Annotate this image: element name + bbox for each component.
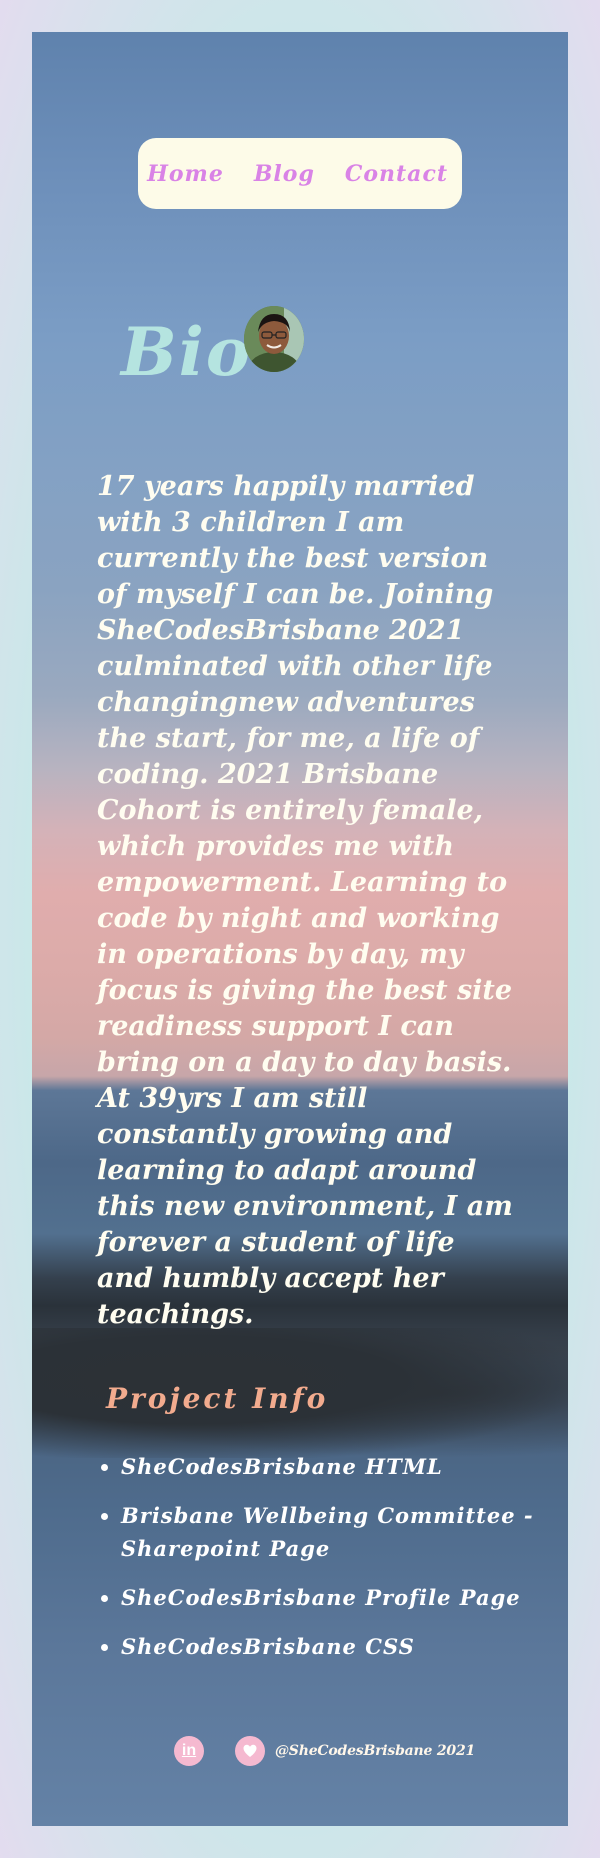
- project-info-title: Project Info: [106, 1382, 329, 1415]
- footer: in @SheCodesBrisbane 2021: [174, 1736, 475, 1766]
- bio-title: Bio: [121, 313, 252, 391]
- bio-text: 17 years happily married with 3 children…: [97, 471, 513, 1330]
- footer-handle: @SheCodesBrisbane 2021: [275, 1743, 476, 1759]
- project-item: SheCodesBrisbane HTML: [121, 1450, 541, 1483]
- project-item: Brisbane Wellbeing Committee - Sharepoin…: [121, 1499, 541, 1565]
- avatar: [244, 306, 304, 372]
- linkedin-icon[interactable]: in: [174, 1736, 204, 1766]
- nav-blog-link[interactable]: Blog: [254, 161, 315, 187]
- nav-home-link[interactable]: Home: [147, 161, 224, 187]
- nav-contact-link[interactable]: Contact: [345, 161, 448, 187]
- project-list: SheCodesBrisbane HTML Brisbane Wellbeing…: [97, 1450, 541, 1679]
- project-item: SheCodesBrisbane Profile Page: [121, 1581, 541, 1614]
- linkedin-glyph: in: [181, 1742, 197, 1759]
- project-item: SheCodesBrisbane CSS: [121, 1630, 541, 1663]
- page-frame: Home Blog Contact Bio 17 years happily m…: [32, 32, 568, 1826]
- profile-photo-icon: [244, 306, 304, 372]
- top-nav: Home Blog Contact: [138, 138, 462, 209]
- heart-icon[interactable]: [235, 1736, 265, 1766]
- heart-glyph-icon: [243, 1744, 257, 1757]
